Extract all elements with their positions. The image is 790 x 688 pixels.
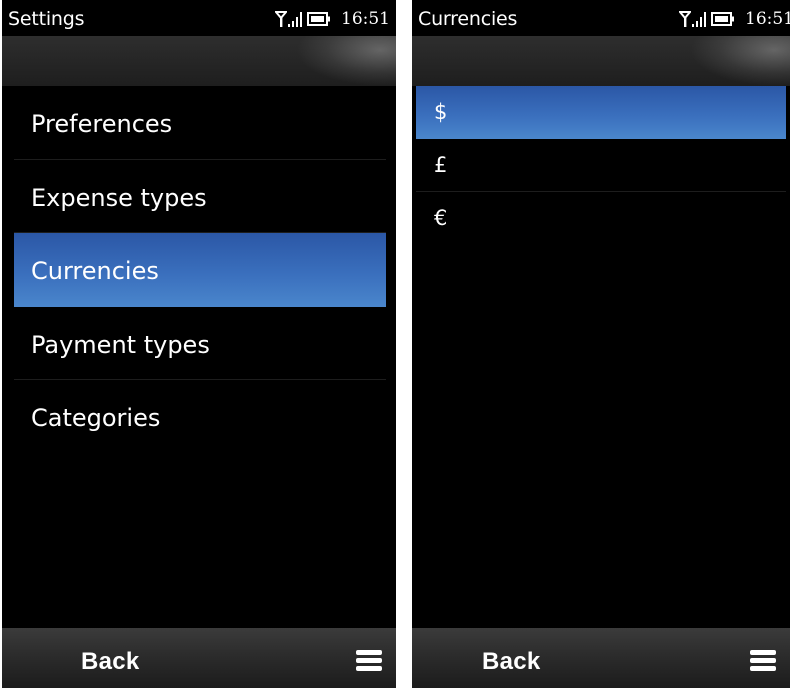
back-button[interactable]: Back — [482, 648, 541, 676]
status-bar: Currencies 16:51 — [412, 0, 790, 36]
signal-bars-icon — [692, 12, 706, 27]
settings-list: Preferences Expense types Currencies Pay… — [2, 86, 396, 454]
list-item-dollar[interactable]: $ — [416, 86, 786, 139]
list-item-label: Preferences — [31, 110, 173, 138]
list-item-currencies[interactable]: Currencies — [14, 233, 386, 307]
back-button[interactable]: Back — [81, 648, 140, 676]
list-item-euro[interactable]: € — [416, 192, 786, 245]
toolbar — [2, 36, 396, 86]
battery-icon — [307, 12, 330, 26]
signal-bars-icon — [288, 12, 302, 27]
list-item-label: Expense types — [31, 183, 207, 212]
status-icons: 16:51 — [275, 9, 390, 29]
clock: 16:51 — [341, 9, 390, 29]
currencies-list: $ £ € — [412, 86, 790, 245]
status-bar: Settings 16:51 — [2, 0, 396, 36]
list-item-label: £ — [434, 153, 448, 177]
currencies-screen: Currencies 16:51 $ £ € Back — [412, 0, 790, 688]
signal-antenna-icon — [679, 11, 691, 27]
toolbar — [412, 36, 790, 86]
screen-title: Currencies — [418, 8, 518, 30]
battery-icon — [711, 12, 734, 26]
signal-antenna-icon — [275, 11, 287, 27]
list-item-label: Currencies — [31, 257, 159, 286]
status-icons: 16:51 — [679, 9, 790, 29]
hamburger-menu-icon[interactable] — [356, 650, 382, 672]
list-item-label: € — [434, 206, 448, 230]
list-item-pound[interactable]: £ — [416, 139, 786, 192]
list-item-label: Categories — [31, 404, 161, 433]
list-item-label: $ — [434, 100, 448, 124]
screen-title: Settings — [8, 8, 85, 30]
softkey-bar: Back — [412, 628, 790, 688]
list-item-categories[interactable]: Categories — [14, 380, 386, 454]
clock: 16:51 — [745, 9, 790, 29]
list-item-payment-types[interactable]: Payment types — [14, 307, 386, 381]
hamburger-menu-icon[interactable] — [750, 650, 776, 672]
softkey-bar: Back — [2, 628, 396, 688]
list-item-expense-types[interactable]: Expense types — [14, 160, 386, 234]
settings-screen: Settings 16:51 Preferences Expense types… — [2, 0, 396, 688]
list-item-label: Payment types — [31, 330, 210, 359]
list-item-preferences[interactable]: Preferences — [14, 86, 386, 160]
